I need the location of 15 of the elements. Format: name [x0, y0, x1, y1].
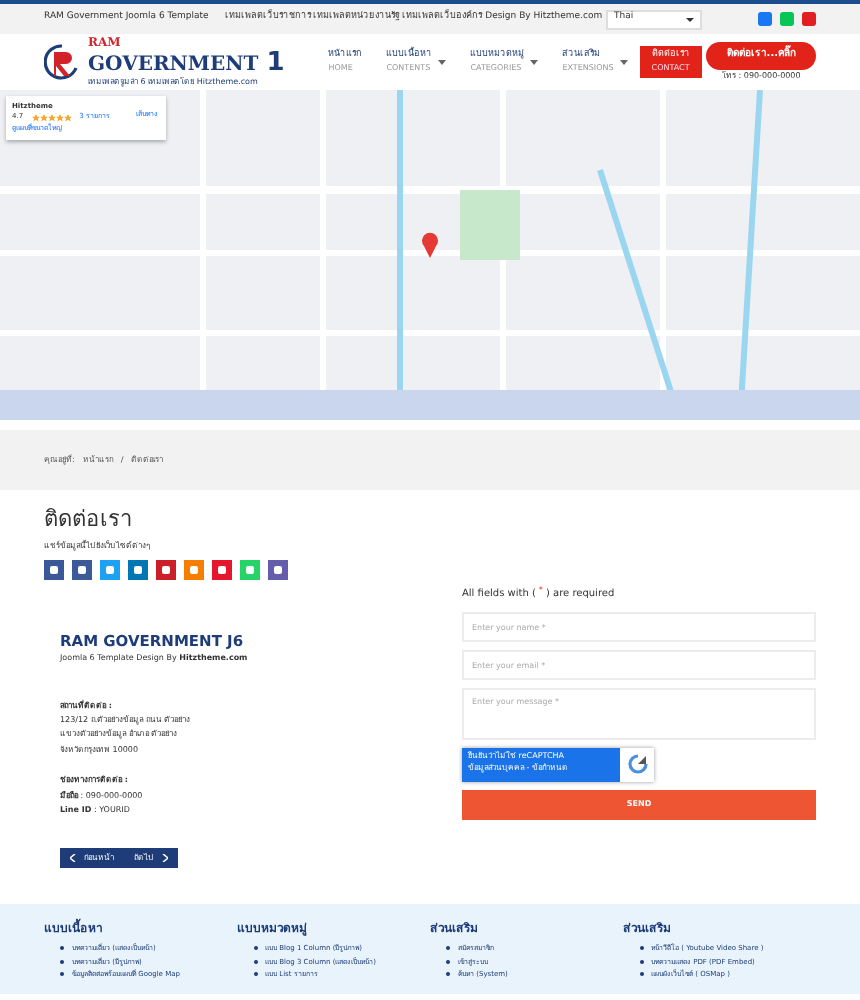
logo-text: GOVERNMENT	[88, 55, 259, 75]
share-icon[interactable]	[100, 560, 120, 581]
share-icon[interactable]	[128, 560, 148, 581]
page-title: ติดต่อเรา	[44, 506, 134, 533]
share-icon[interactable]	[44, 560, 64, 581]
share-icon[interactable]	[72, 560, 92, 581]
chevron-left-icon	[70, 854, 76, 863]
logo-icon	[44, 44, 80, 80]
share-icon[interactable]	[212, 560, 232, 581]
chevron-right-icon	[162, 854, 168, 863]
recaptcha-icon	[627, 754, 647, 775]
caret-icon	[686, 17, 694, 21]
share-icon[interactable]	[268, 560, 288, 581]
logo-number: 1	[266, 49, 285, 75]
share-icon[interactable]	[156, 560, 176, 581]
